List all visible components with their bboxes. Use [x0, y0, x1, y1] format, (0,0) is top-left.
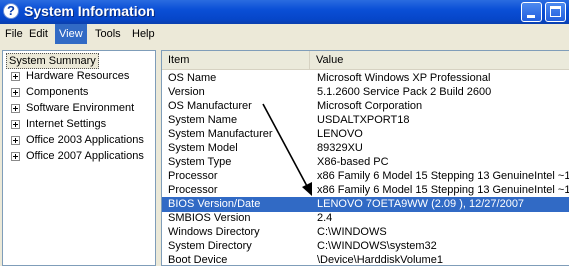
table-row[interactable]: Boot Device \Device\HarddiskVolume1: [162, 253, 569, 266]
expand-icon[interactable]: [11, 103, 20, 113]
menu-file[interactable]: File: [1, 24, 27, 44]
tree-item-label: Office 2003 Applications: [26, 134, 144, 146]
menu-bar: File Edit View Tools Help: [0, 24, 569, 44]
table-row[interactable]: Processor x86 Family 6 Model 15 Stepping …: [162, 169, 569, 184]
row-item: System Type: [168, 156, 232, 168]
table-row[interactable]: Windows Directory C:\WINDOWS: [162, 225, 569, 240]
row-value: \Device\HarddiskVolume1: [317, 254, 443, 266]
row-value: LENOVO: [317, 128, 363, 140]
row-item: Processor: [168, 184, 218, 196]
expand-icon[interactable]: [11, 119, 20, 129]
tree-item-hardware-resources[interactable]: Hardware Resources: [11, 68, 129, 84]
expand-icon[interactable]: [11, 135, 20, 145]
row-item: Version: [168, 86, 205, 98]
tree-item-office-2003[interactable]: Office 2003 Applications: [11, 132, 144, 148]
column-header-item[interactable]: Item: [162, 51, 310, 69]
tree-item-label: Components: [26, 86, 89, 98]
title-bar[interactable]: ? System Information: [0, 0, 569, 24]
tree-item-software-environment[interactable]: Software Environment: [11, 100, 134, 116]
row-item: OS Manufacturer: [168, 100, 252, 112]
expand-icon[interactable]: [11, 87, 20, 97]
maximize-icon: [550, 6, 561, 17]
row-value: X86-based PC: [317, 156, 389, 168]
tree-item-label: Internet Settings: [26, 118, 107, 130]
menu-tools[interactable]: Tools: [91, 24, 125, 44]
tree-item-components[interactable]: Components: [11, 84, 88, 100]
table-row[interactable]: System Manufacturer LENOVO: [162, 127, 569, 142]
minimize-icon: [527, 15, 535, 18]
row-item: Processor: [168, 170, 218, 182]
table-row-selected[interactable]: BIOS Version/Date LENOVO 7OETA9WW (2.09 )…: [162, 197, 569, 212]
row-item: SMBIOS Version: [168, 212, 251, 224]
expand-icon[interactable]: [11, 71, 20, 81]
tree-item-label: Software Environment: [26, 102, 135, 114]
tree-item-office-2007[interactable]: Office 2007 Applications: [11, 148, 144, 164]
row-item: System Manufacturer: [168, 128, 273, 140]
table-row[interactable]: OS Name Microsoft Windows XP Professional: [162, 71, 569, 86]
row-item: System Directory: [168, 240, 252, 252]
row-value: 89329XU: [317, 142, 363, 154]
list-header: Item Value: [162, 51, 569, 70]
row-value: Microsoft Corporation: [317, 100, 423, 112]
row-item: System Model: [168, 142, 238, 154]
tree-item-label: Hardware Resources: [26, 70, 130, 82]
row-item: System Name: [168, 114, 238, 126]
table-row[interactable]: Processor x86 Family 6 Model 15 Stepping …: [162, 183, 569, 198]
minimize-button[interactable]: [521, 2, 542, 22]
help-icon[interactable]: ?: [3, 3, 19, 19]
menu-edit[interactable]: Edit: [25, 24, 52, 44]
details-list[interactable]: Item Value OS Name Microsoft Windows XP P…: [161, 50, 569, 266]
category-tree[interactable]: System Summary Hardware Resources Compon…: [2, 50, 156, 266]
table-row[interactable]: System Type X86-based PC: [162, 155, 569, 170]
row-value: C:\WINDOWS: [317, 226, 387, 238]
table-row[interactable]: Version 5.1.2600 Service Pack 2 Build 260…: [162, 85, 569, 100]
row-value: Microsoft Windows XP Professional: [317, 72, 491, 84]
row-value: 5.1.2600 Service Pack 2 Build 2600: [317, 86, 492, 98]
row-item: Windows Directory: [168, 226, 260, 238]
row-value: C:\WINDOWS\system32: [317, 240, 437, 252]
row-value: x86 Family 6 Model 15 Stepping 13 Genuin…: [317, 170, 569, 182]
menu-view[interactable]: View: [55, 24, 87, 44]
table-row[interactable]: System Name USDALTXPORT18: [162, 113, 569, 128]
table-row[interactable]: System Directory C:\WINDOWS\system32: [162, 239, 569, 254]
row-value: LENOVO 7OETA9WW (2.09 ), 12/27/2007: [317, 198, 525, 210]
tree-item-internet-settings[interactable]: Internet Settings: [11, 116, 106, 132]
row-item: Boot Device: [168, 254, 228, 266]
window-title: System Information: [24, 3, 155, 19]
row-item: OS Name: [168, 72, 217, 84]
table-row[interactable]: SMBIOS Version 2.4: [162, 211, 569, 226]
tree-item-label: Office 2007 Applications: [26, 150, 144, 162]
row-value: 2.4: [317, 212, 333, 224]
table-row[interactable]: System Model 89329XU: [162, 141, 569, 156]
row-item: BIOS Version/Date: [168, 198, 261, 210]
row-value: USDALTXPORT18: [317, 114, 410, 126]
expand-icon[interactable]: [11, 151, 20, 161]
tree-item-system-summary[interactable]: System Summary: [6, 53, 99, 69]
row-value: x86 Family 6 Model 15 Stepping 13 Genuin…: [317, 184, 569, 196]
table-row[interactable]: OS Manufacturer Microsoft Corporation: [162, 99, 569, 114]
maximize-button[interactable]: [545, 2, 566, 22]
menu-help[interactable]: Help: [128, 24, 159, 44]
column-header-value[interactable]: Value: [310, 51, 569, 69]
